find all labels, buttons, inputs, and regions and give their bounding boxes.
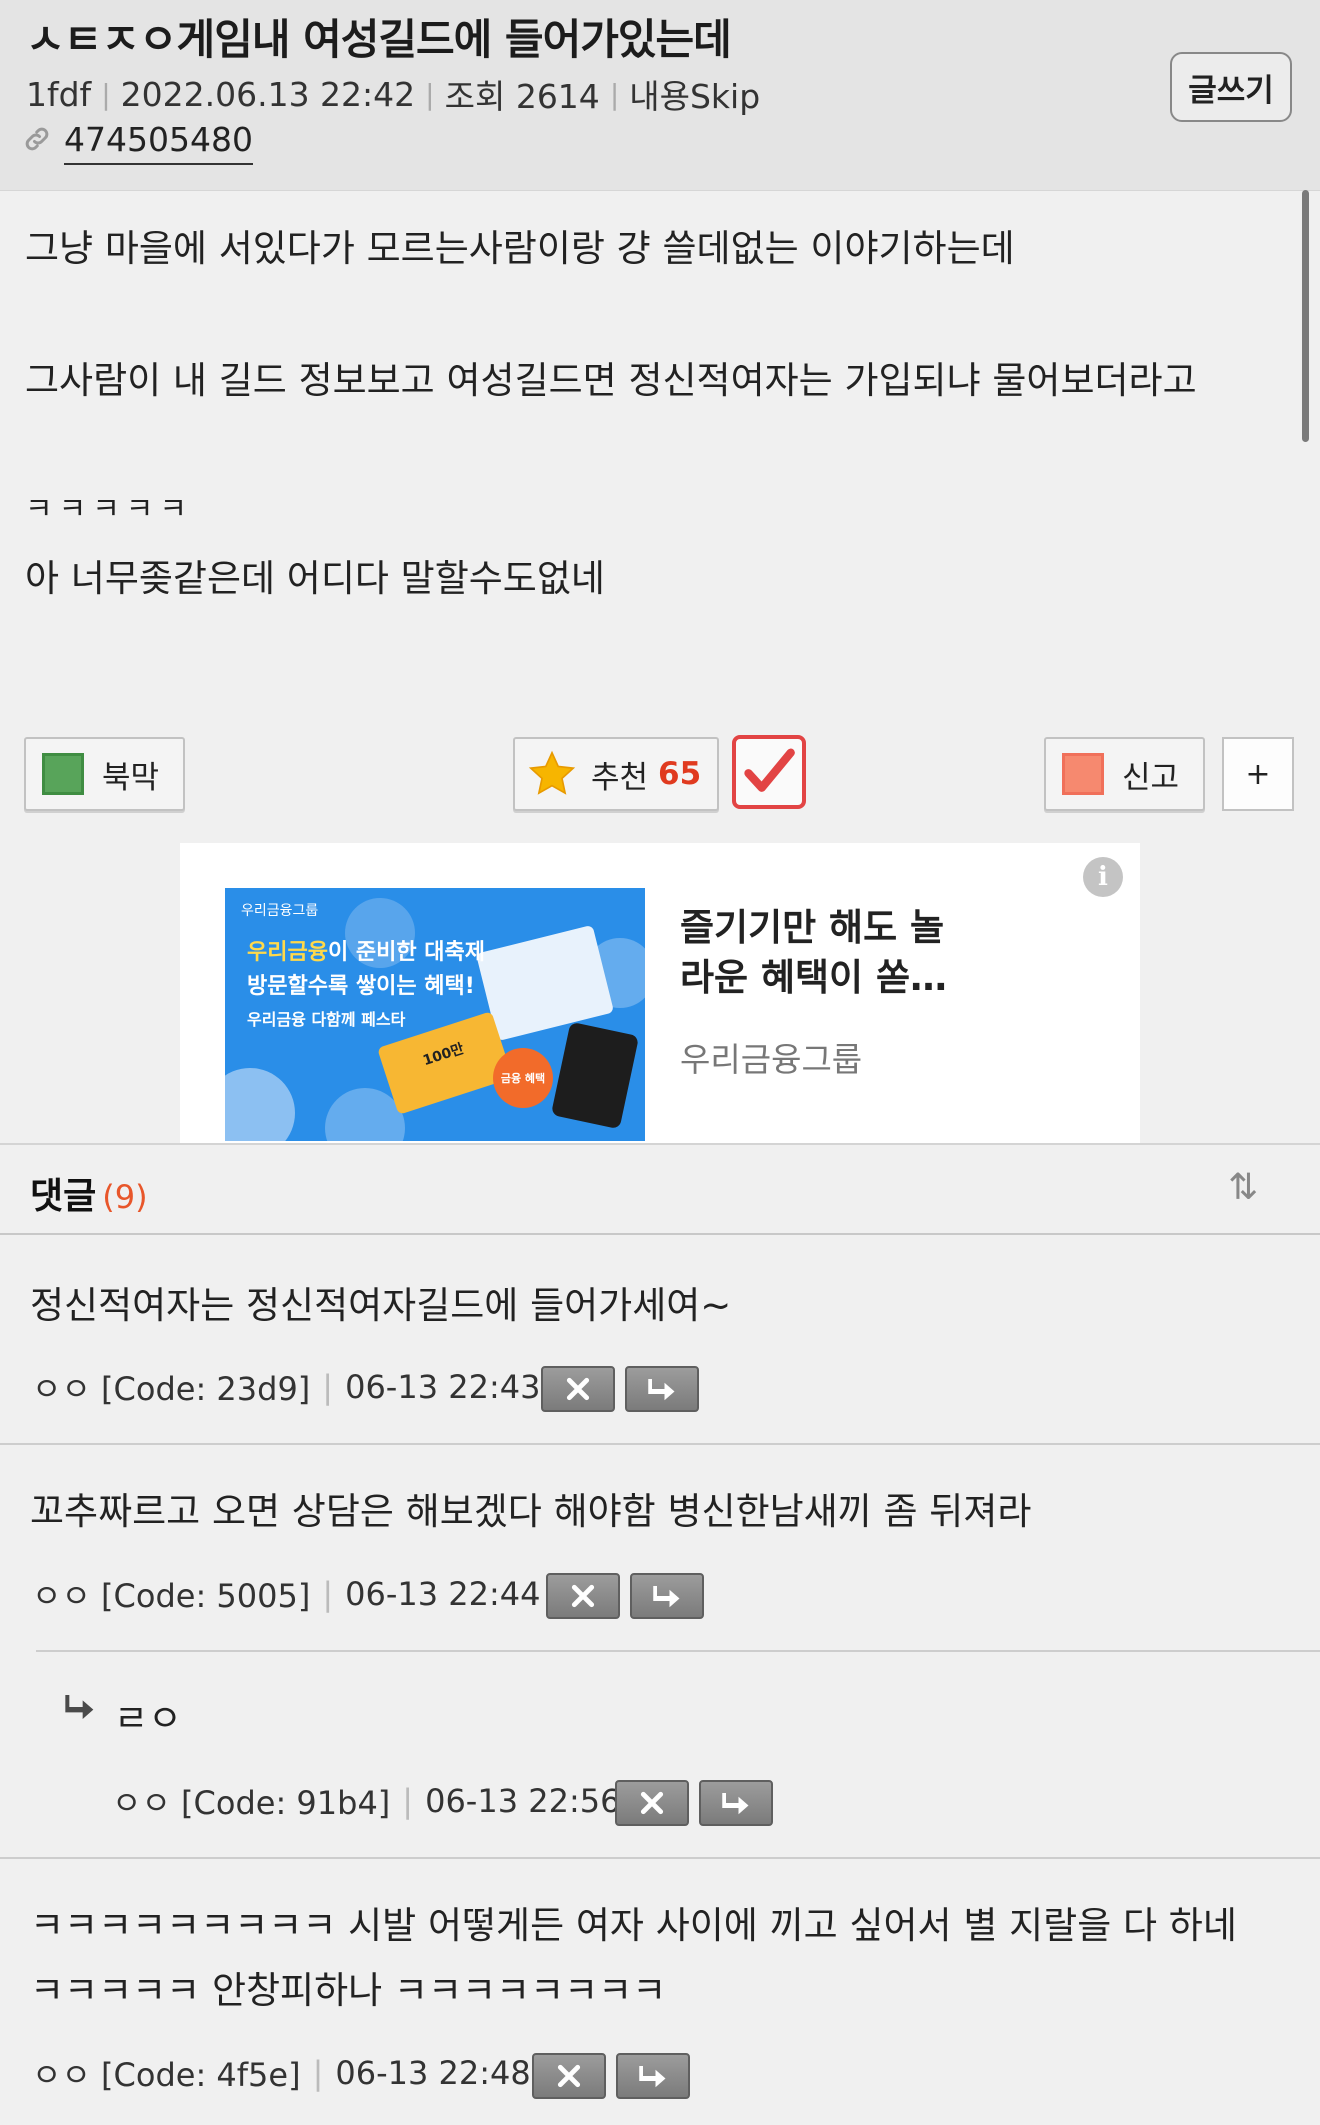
meta-separator: | <box>402 1782 414 1820</box>
post-title: ㅅㅌㅈㅇ게임내 여성길드에 들어가있는데 <box>26 15 732 64</box>
reply-comment-button[interactable] <box>625 1366 699 1412</box>
ad-banner-line1-rest: 이 준비한 대축제 <box>327 940 485 965</box>
recommend-count: 65 <box>658 756 702 792</box>
ad-title-line1: 즐기기만 해도 놀 <box>680 906 945 949</box>
post-link[interactable]: 474505480 <box>22 120 253 165</box>
post-date: 2022.06.13 22:42 <box>120 74 416 114</box>
reply-arrow-icon <box>721 1790 751 1816</box>
delete-comment-button[interactable] <box>546 1573 620 1619</box>
close-icon <box>556 2063 582 2089</box>
coin-graphic <box>225 1068 295 1141</box>
ticket-text: 100만 <box>421 1040 467 1070</box>
comment-divider <box>36 1650 1320 1652</box>
post-header: ㅅㅌㅈㅇ게임내 여성길드에 들어가있는데 1fdf | 2022.06.13 2… <box>0 0 1320 191</box>
ad-title-line2: 라운 혜택이 쏟… <box>680 956 948 999</box>
comment-divider <box>0 1443 1320 1445</box>
ad-banner-brand: 우리금융그룹 <box>241 903 319 919</box>
sort-icon[interactable]: ⇅ <box>1228 1167 1258 1208</box>
comment-author: ㅇㅇ [Code: 5005] <box>32 1577 311 1615</box>
paper-graphic <box>475 924 615 1042</box>
report-button[interactable]: 신고 <box>1044 737 1205 811</box>
post-body-line: 그냥 마을에 서있다가 모르는사람이랑 걍 쓸데없는 이야기하는데 <box>25 227 1015 270</box>
bookmark-label: 북막 <box>102 759 160 796</box>
recommend-label: 추천 <box>591 759 649 796</box>
comment-author: ㅇㅇ [Code: 23d9] <box>32 1370 311 1408</box>
comment-meta: ㅇㅇ [Code: 4f5e] | 06-13 22:48 <box>32 2050 531 2096</box>
reply-meta: ㅇㅇ [Code: 91b4] | 06-13 22:56 <box>112 1778 620 1824</box>
post-body-line: 그사람이 내 길드 정보보고 여성길드면 정신적여자는 가입되냐 물어보더라고 <box>25 359 1197 402</box>
scrollbar[interactable] <box>1302 190 1309 442</box>
comment-text: 정신적여자는 정신적여자길드에 들어가세여~ <box>30 1284 732 1327</box>
comment-author: ㅇㅇ [Code: 4f5e] <box>32 2056 301 2094</box>
ad-banner-image[interactable]: 우리금융그룹 우리금융이 준비한 대축제 방문할수록 쌓이는 혜택! 우리금융 … <box>225 888 645 1141</box>
delete-comment-button[interactable] <box>541 1366 615 1412</box>
comments-header: 댓글 (9) ⇅ <box>0 1143 1320 1235</box>
meta-separator: | <box>609 77 620 111</box>
report-label: 신고 <box>1122 759 1180 796</box>
reply-text: ㄹㅇ <box>114 1697 183 1740</box>
meta-separator: | <box>425 77 435 111</box>
close-icon <box>639 1790 665 1816</box>
comment-text-line: ㅋㅋㅋㅋㅋ 안창피하나 ㅋㅋㅋㅋㅋㅋㅋㅋ <box>30 1969 667 2012</box>
comment-time: 06-13 22:56 <box>425 1782 621 1820</box>
post-meta: 1fdf | 2022.06.13 22:42 | 조회 2614 | 내용Sk… <box>26 70 760 118</box>
comments-count: (9) <box>102 1178 148 1216</box>
comment-meta: ㅇㅇ [Code: 23d9] | 06-13 22:43 <box>32 1364 540 1410</box>
post-body-line: 아 너무좆같은데 어디다 말할수도없네 <box>25 557 605 600</box>
comments-label: 댓글 (9) <box>30 1167 148 1219</box>
info-icon[interactable]: i <box>1083 857 1123 897</box>
comment-time: 06-13 22:48 <box>335 2054 531 2092</box>
post-views: 조회 2614 <box>444 77 600 116</box>
ad-title[interactable]: 즐기기만 해도 놀 라운 혜택이 쏟… <box>680 903 1010 1003</box>
bookmark-button[interactable]: 북막 <box>24 737 185 811</box>
comment-divider <box>0 1857 1320 1859</box>
reply-comment-button[interactable] <box>630 1573 704 1619</box>
reply-arrow-icon <box>652 1583 682 1609</box>
skip-link[interactable]: 내용Skip <box>629 70 760 118</box>
ad-banner-line1-highlight: 우리금융 <box>247 940 328 965</box>
meta-separator: | <box>322 1575 334 1613</box>
close-icon <box>565 1376 591 1402</box>
delete-comment-button[interactable] <box>532 2053 606 2099</box>
comment-author: ㅇㅇ [Code: 91b4] <box>112 1784 391 1822</box>
comments-title: 댓글 <box>30 1176 97 1217</box>
reply-indicator-icon <box>64 1693 96 1725</box>
bookmark-icon <box>42 753 84 795</box>
post-id-link[interactable]: 474505480 <box>64 120 253 165</box>
comment-meta: ㅇㅇ [Code: 5005] | 06-13 22:44 <box>32 1571 541 1617</box>
write-button[interactable]: 글쓰기 <box>1170 52 1292 122</box>
comment-time: 06-13 22:43 <box>345 1368 541 1406</box>
link-icon <box>22 123 52 162</box>
reply-comment-button[interactable] <box>699 1780 773 1826</box>
post-author[interactable]: 1fdf <box>26 75 91 114</box>
meta-separator: | <box>101 77 111 111</box>
comment-time: 06-13 22:44 <box>345 1575 541 1613</box>
ad-banner-line3: 우리금융 다함께 페스타 <box>247 1010 406 1029</box>
star-icon <box>527 749 577 799</box>
meta-separator: | <box>312 2054 324 2092</box>
close-icon <box>570 1583 596 1609</box>
reply-arrow-icon <box>647 1376 677 1402</box>
check-icon <box>740 743 798 801</box>
recommend-button[interactable]: 추천 65 <box>513 737 719 811</box>
delete-comment-button[interactable] <box>615 1780 689 1826</box>
ad-banner-line1: 우리금융이 준비한 대축제 <box>247 934 485 966</box>
card-graphic <box>550 1021 640 1130</box>
check-button[interactable] <box>732 735 806 809</box>
ad-badge: 금융 혜택 <box>493 1048 553 1108</box>
comment-text: 꼬추짜르고 오면 상담은 해보겠다 해야함 병신한남새끼 좀 뒤져라 <box>30 1490 1032 1533</box>
meta-separator: | <box>322 1368 334 1406</box>
report-icon <box>1062 753 1104 795</box>
reply-arrow-icon <box>638 2063 668 2089</box>
ad-source: 우리금융그룹 <box>680 1040 863 1079</box>
reply-comment-button[interactable] <box>616 2053 690 2099</box>
post-body-line: ㅋㅋㅋㅋㅋ <box>25 492 193 527</box>
ad-banner-line2: 방문할수록 쌓이는 혜택! <box>247 974 475 999</box>
comment-text-line: ㅋㅋㅋㅋㅋㅋㅋㅋㅋ 시발 어떻게든 여자 사이에 끼고 싶어서 별 지랄을 다 … <box>30 1904 1237 1947</box>
ad-box[interactable]: 우리금융그룹 우리금융이 준비한 대축제 방문할수록 쌓이는 혜택! 우리금융 … <box>180 843 1140 1143</box>
more-button[interactable]: + <box>1222 737 1294 811</box>
